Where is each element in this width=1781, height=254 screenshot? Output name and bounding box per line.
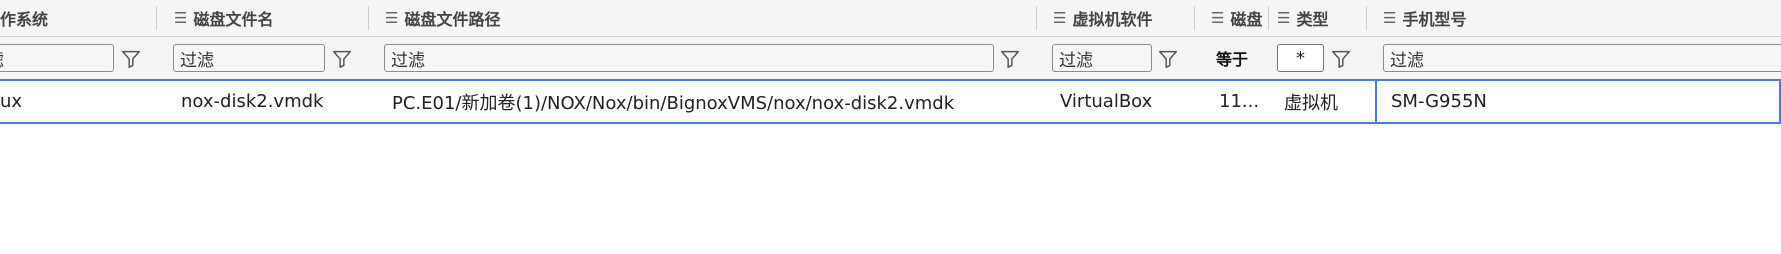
column-header-os[interactable]: 作系统 <box>0 0 150 36</box>
filter-operator-disk-size[interactable]: 等于 <box>1216 44 1256 72</box>
filter-input-disk-file-path[interactable]: 过滤 <box>384 44 994 72</box>
column-header-disk-file-name[interactable]: ☰ 磁盘文件名 <box>174 0 364 36</box>
filter-input-disk-file-name[interactable]: 过滤 <box>173 44 325 72</box>
list-icon: ☰ <box>385 9 399 27</box>
list-icon: ☰ <box>1277 9 1291 27</box>
column-header-disk-size[interactable]: ☰ 磁盘 <box>1211 0 1267 36</box>
column-resize-handle[interactable] <box>156 6 157 30</box>
column-header-disk-file-path[interactable]: ☰ 磁盘文件路径 <box>385 0 1025 36</box>
list-icon: ☰ <box>1053 9 1067 27</box>
cell-vm-software[interactable]: VirtualBox <box>1060 81 1190 122</box>
cell-disk-file-name[interactable]: nox-disk2.vmdk <box>181 81 366 122</box>
column-resize-handle[interactable] <box>368 6 369 30</box>
column-header-phone-model[interactable]: ☰ 手机型号 <box>1383 0 1781 36</box>
funnel-icon[interactable] <box>120 48 142 70</box>
filter-input-phone-model[interactable]: 过滤 <box>1383 44 1781 72</box>
list-icon: ☰ <box>174 9 188 27</box>
column-header-disk-size-label: 磁盘 <box>1230 10 1263 29</box>
list-icon: ☰ <box>1211 9 1225 27</box>
column-header-type-label: 类型 <box>1296 10 1329 29</box>
cell-disk-size[interactable]: 11... <box>1219 81 1269 122</box>
column-resize-handle[interactable] <box>1366 6 1367 30</box>
column-header-disk-file-name-label: 磁盘文件名 <box>193 10 274 29</box>
column-header-phone-model-label: 手机型号 <box>1402 10 1467 29</box>
list-icon: ☰ <box>1383 9 1397 27</box>
column-header-disk-file-path-label: 磁盘文件路径 <box>404 10 501 29</box>
cell-phone-model[interactable]: SM-G955N <box>1375 79 1781 124</box>
column-header-row: 作系统 ☰ 磁盘文件名 ☰ 磁盘文件路径 ☰ 虚拟机软件 ☰ 磁盘 ☰ 类型 ☰… <box>0 0 1781 37</box>
cell-disk-file-path[interactable]: PC.E01/新加卷(1)/NOX/Nox/bin/BignoxVMS/nox/… <box>392 81 1032 122</box>
funnel-icon[interactable] <box>1330 48 1352 70</box>
column-resize-handle[interactable] <box>1036 6 1037 30</box>
funnel-icon[interactable] <box>1157 48 1179 70</box>
funnel-icon[interactable] <box>999 48 1021 70</box>
column-header-vm-software[interactable]: ☰ 虚拟机软件 <box>1053 0 1188 36</box>
column-header-type[interactable]: ☰ 类型 <box>1277 0 1357 36</box>
cell-type[interactable]: 虚拟机 <box>1284 81 1364 122</box>
cell-os[interactable]: ux <box>0 81 150 122</box>
column-resize-handle[interactable] <box>1194 6 1195 30</box>
filter-input-os[interactable]: 滤 <box>0 44 114 72</box>
column-header-vm-software-label: 虚拟机软件 <box>1072 10 1153 29</box>
filter-select-type[interactable]: * <box>1277 44 1324 72</box>
filter-row: 滤 过滤 过滤 过滤 等于 * 过滤 <box>0 37 1781 79</box>
column-resize-handle[interactable] <box>1268 6 1269 30</box>
funnel-icon[interactable] <box>331 48 353 70</box>
table-row[interactable]: ux nox-disk2.vmdk PC.E01/新加卷(1)/NOX/Nox/… <box>0 79 1781 124</box>
column-header-os-label: 作系统 <box>0 10 49 29</box>
filter-input-vm-software[interactable]: 过滤 <box>1052 44 1152 72</box>
